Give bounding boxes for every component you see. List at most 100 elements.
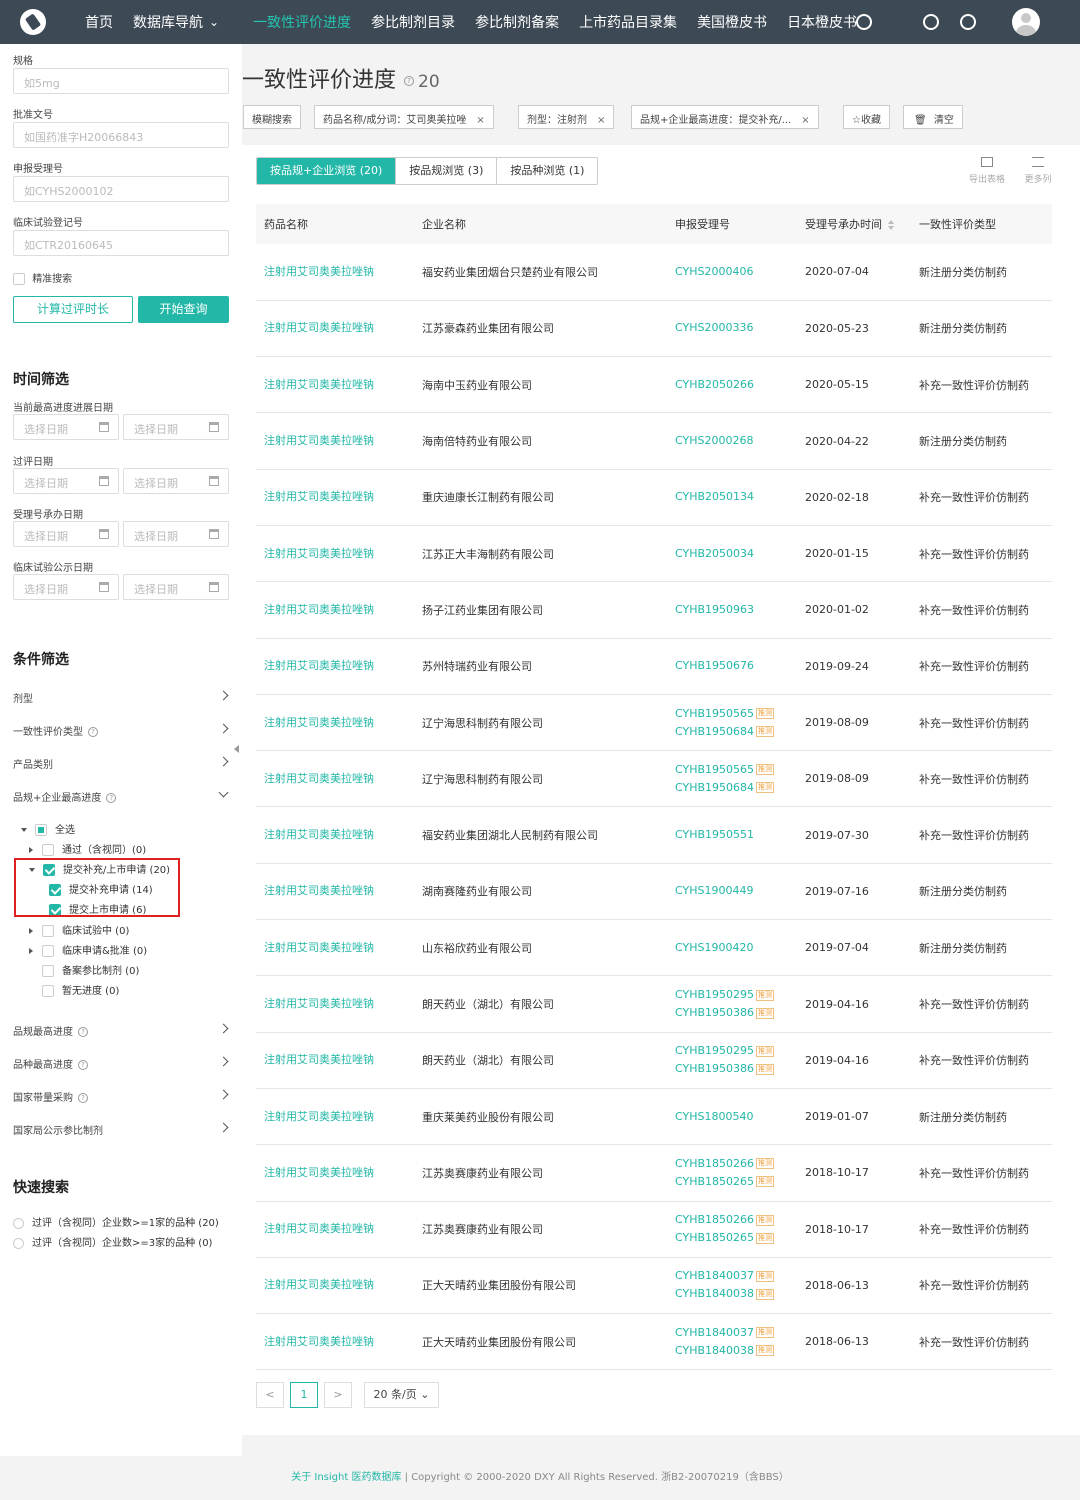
- accept-no-link[interactable]: CYHB1950565: [675, 707, 754, 720]
- caret-down-icon[interactable]: [21, 828, 27, 832]
- tree-select-all[interactable]: 全选: [21, 821, 75, 836]
- accept-no-link[interactable]: CYHB1840038: [675, 1344, 754, 1357]
- drug-name-link[interactable]: 注射用艾司奥美拉唑钠: [256, 638, 414, 695]
- close-icon[interactable]: ×: [476, 115, 484, 126]
- start-date-input[interactable]: 选择日期: [13, 468, 119, 494]
- nav-item-4[interactable]: 参比制剂备案: [475, 12, 559, 32]
- help-icon[interactable]: ?: [78, 1060, 88, 1070]
- avatar[interactable]: [1012, 8, 1040, 36]
- fuzzy-search-tag[interactable]: 模糊搜索: [243, 105, 301, 129]
- accept-no-link[interactable]: CYHB1840038: [675, 1287, 754, 1300]
- drug-name-link[interactable]: 注射用艾司奥美拉唑钠: [256, 1313, 414, 1371]
- progress-filter-tag[interactable]: 品规+企业最高进度：提交补充/... ×: [631, 105, 819, 129]
- help-icon[interactable]: [960, 14, 976, 30]
- accept-no-link[interactable]: CYHB2050134: [675, 490, 754, 503]
- start-query-button[interactable]: 开始查询: [138, 296, 229, 323]
- drug-name-link[interactable]: 注射用艾司奥美拉唑钠: [256, 300, 414, 358]
- table-row[interactable]: 注射用艾司奥美拉唑钠 重庆迪康长江制药有限公司 CYHB2050134 2020-02…: [256, 469, 1052, 526]
- table-row[interactable]: 注射用艾司奥美拉唑钠 江苏正大丰海制药有限公司 CYHB2050034 2020-01…: [256, 525, 1052, 583]
- drug-name-link[interactable]: 注射用艾司奥美拉唑钠: [256, 525, 414, 583]
- table-row[interactable]: 注射用艾司奥美拉唑钠 朗天药业（湖北）有限公司 CYHB1950295 推测 CYHB1…: [256, 975, 1052, 1033]
- accept-no-link[interactable]: CYHB1950295: [675, 1044, 754, 1057]
- record-checkbox[interactable]: [42, 965, 54, 977]
- accept-input[interactable]: 如CYHS2000102: [13, 176, 229, 202]
- quick-item-1[interactable]: 过评（含视同）企业数>=1家的品种 (20): [13, 1214, 219, 1229]
- logo-icon[interactable]: [20, 9, 46, 35]
- table-row[interactable]: 注射用艾司奥美拉唑钠 苏州特瑞药业有限公司 CYHB1950676 2019-09-2…: [256, 638, 1052, 695]
- accept-no-link[interactable]: CYHB1950963: [675, 603, 754, 616]
- drug-name-link[interactable]: 注射用艾司奥美拉唑钠: [256, 750, 414, 808]
- table-row[interactable]: 注射用艾司奥美拉唑钠 福安药业集团烟台只楚药业有限公司 CYHS2000406 202…: [256, 244, 1052, 301]
- clinical-app-checkbox[interactable]: [42, 945, 54, 957]
- tree-record[interactable]: 备案参比制剂 (0): [42, 962, 139, 977]
- table-row[interactable]: 注射用艾司奥美拉唑钠 正大天晴药业集团股份有限公司 CYHB1840037 推测 CYH…: [256, 1257, 1052, 1315]
- accept-no-link[interactable]: CYHB1950676: [675, 659, 754, 672]
- quick-radio[interactable]: [13, 1237, 24, 1249]
- accept-no-link[interactable]: CYHS2000268: [675, 434, 753, 447]
- passed-checkbox[interactable]: [42, 844, 54, 856]
- tab-1[interactable]: 按品规浏览 (3): [396, 158, 498, 184]
- tree-passed[interactable]: 通过（含视同）(0): [29, 841, 146, 856]
- drug-name-link[interactable]: 注射用艾司奥美拉唑钠: [256, 975, 414, 1033]
- filter-row[interactable]: 剂型: [13, 690, 229, 706]
- drug-name-link[interactable]: 注射用艾司奥美拉唑钠: [256, 1032, 414, 1089]
- page-size-select[interactable]: 20 条/页 ⌄: [364, 1382, 439, 1408]
- accept-no-link[interactable]: CYHB1950386: [675, 1006, 754, 1019]
- accept-no-link[interactable]: CYHS2000336: [675, 321, 753, 334]
- filter-row[interactable]: 产品类别: [13, 756, 229, 772]
- drug-name-link[interactable]: 注射用艾司奥美拉唑钠: [256, 806, 414, 864]
- filter-row[interactable]: 品种最高进度?: [13, 1056, 229, 1072]
- help-icon[interactable]: ?: [404, 76, 415, 86]
- spec-input[interactable]: 如5mg: [13, 68, 229, 94]
- trial-input[interactable]: 如CTR20160645: [13, 230, 229, 256]
- approval-input[interactable]: 如国药准字H20066843: [13, 122, 229, 148]
- tab-2[interactable]: 按品种浏览 (1): [497, 158, 598, 184]
- accept-no-link[interactable]: CYHB1840037: [675, 1269, 754, 1282]
- accept-no-link[interactable]: CYHB1840037: [675, 1326, 754, 1339]
- accept-no-link[interactable]: CYHS1900449: [675, 884, 753, 897]
- nav-item-1[interactable]: 数据库导航: [133, 12, 203, 32]
- filter-row[interactable]: 品规+企业最高进度?: [13, 787, 229, 805]
- filter-row[interactable]: 品规最高进度?: [13, 1023, 229, 1039]
- nav-item-7[interactable]: 日本橙皮书: [787, 12, 857, 32]
- next-page-button[interactable]: >: [324, 1382, 352, 1408]
- start-date-input[interactable]: 选择日期: [13, 521, 119, 547]
- caret-right-icon[interactable]: [29, 948, 33, 954]
- table-row[interactable]: 注射用艾司奥美拉唑钠 海南中玉药业有限公司 CYHB2050266 2020-05-1…: [256, 356, 1052, 414]
- nav-item-5[interactable]: 上市药品目录集: [579, 12, 677, 32]
- chevron-down-icon[interactable]: [218, 787, 229, 798]
- accept-no-link[interactable]: CYHB1950386: [675, 1062, 754, 1075]
- drug-name-link[interactable]: 注射用艾司奥美拉唑钠: [256, 863, 414, 921]
- table-row[interactable]: 注射用艾司奥美拉唑钠 正大天晴药业集团股份有限公司 CYHB1840037 推测 CYH…: [256, 1313, 1052, 1371]
- start-date-input[interactable]: 选择日期: [13, 414, 119, 440]
- accept-no-link[interactable]: CYHB1850265: [675, 1231, 754, 1244]
- drug-name-link[interactable]: 注射用艾司奥美拉唑钠: [256, 1201, 414, 1258]
- chevron-right-icon[interactable]: [218, 1122, 229, 1133]
- exact-search-checkbox[interactable]: [13, 273, 25, 285]
- nav-item-2[interactable]: 一致性评价进度: [253, 12, 351, 32]
- table-row[interactable]: 注射用艾司奥美拉唑钠 朗天药业（湖北）有限公司 CYHB1950295 推测 CYHB1…: [256, 1032, 1052, 1089]
- drug-name-link[interactable]: 注射用艾司奥美拉唑钠: [256, 581, 414, 639]
- drug-name-link[interactable]: 注射用艾司奥美拉唑钠: [256, 694, 414, 752]
- accept-no-link[interactable]: CYHB2050266: [675, 378, 754, 391]
- drug-name-link[interactable]: 注射用艾司奥美拉唑钠: [256, 1144, 414, 1202]
- tree-clinical[interactable]: 临床试验中 (0): [29, 922, 129, 937]
- accept-no-link[interactable]: CYHB1950684: [675, 781, 754, 794]
- filter-row[interactable]: 国家局公示参比制剂: [13, 1122, 229, 1138]
- drug-name-link[interactable]: 注射用艾司奥美拉唑钠: [256, 356, 414, 414]
- drug-name-link[interactable]: 注射用艾司奥美拉唑钠: [256, 244, 414, 301]
- collapse-sidebar-icon[interactable]: [234, 745, 239, 753]
- accept-no-link[interactable]: CYHB2050034: [675, 547, 754, 560]
- quick-item-2[interactable]: 过评（含视同）企业数>=3家的品种 (0): [13, 1234, 212, 1249]
- footer-about-link[interactable]: 关于 Insight 医药数据库: [291, 1472, 401, 1483]
- accept-no-link[interactable]: CYHB1850266: [675, 1213, 754, 1226]
- search-icon[interactable]: [856, 14, 872, 30]
- accept-no-link[interactable]: CYHS2000406: [675, 265, 753, 278]
- drug-name-link[interactable]: 注射用艾司奥美拉唑钠: [256, 1088, 414, 1146]
- name-filter-tag[interactable]: 药品名称/成分词：艾司奥美拉唑 ×: [314, 105, 494, 129]
- table-row[interactable]: 注射用艾司奥美拉唑钠 福安药业集团湖北人民制药有限公司 CYHB1950551 201…: [256, 806, 1052, 864]
- caret-right-icon[interactable]: [29, 847, 33, 853]
- help-icon[interactable]: ?: [106, 793, 117, 803]
- table-row[interactable]: 注射用艾司奥美拉唑钠 辽宁海思科制药有限公司 CYHB1950565 推测 CYHB19…: [256, 694, 1052, 752]
- table-row[interactable]: 注射用艾司奥美拉唑钠 江苏豪森药业集团有限公司 CYHS2000336 2020-05…: [256, 300, 1052, 358]
